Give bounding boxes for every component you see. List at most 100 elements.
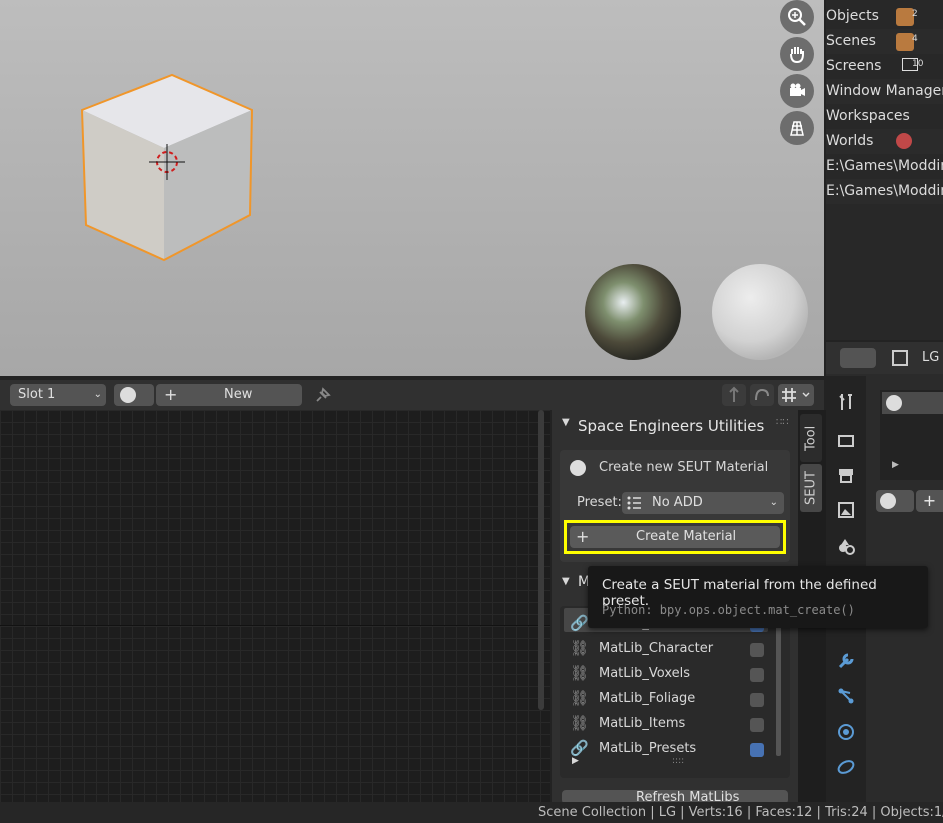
- scene-icon[interactable]: [836, 536, 856, 556]
- outliner-row[interactable]: Screens 10: [826, 54, 943, 79]
- tab-seut[interactable]: SEUT: [800, 464, 822, 512]
- material-sphere-icon: [886, 395, 902, 411]
- slot-dropdown[interactable]: Slot 1 ⌄: [10, 384, 106, 406]
- outliner-row-label: E:\Games\Modding: [826, 183, 943, 199]
- snap-icon[interactable]: [750, 384, 774, 406]
- tab-label: Tool: [803, 425, 819, 451]
- collapse-arrow-icon: ▼: [562, 417, 570, 428]
- outliner-row[interactable]: E:\Games\Modding: [826, 154, 943, 179]
- matlib-name: MatLib_Foliage: [599, 691, 696, 706]
- preset-dropdown[interactable]: No ADD ⌄: [622, 492, 784, 514]
- list-item[interactable]: ⛓ MatLib_Voxels: [568, 662, 778, 687]
- scene-label: LG: [922, 350, 940, 365]
- render-icon[interactable]: [836, 430, 856, 450]
- physics-icon[interactable]: [836, 722, 856, 742]
- link-icon: 🔗: [570, 739, 589, 757]
- tool-icon[interactable]: [836, 392, 856, 412]
- material-browse-dropdown[interactable]: [114, 384, 154, 406]
- chevron-down-icon: ⌄: [93, 389, 102, 400]
- outliner-row[interactable]: Worlds: [826, 129, 943, 154]
- material-slot-list[interactable]: ▶: [880, 390, 943, 480]
- outliner-row[interactable]: Scenes 4: [826, 29, 943, 54]
- material-browse-dropdown[interactable]: [876, 490, 914, 512]
- view-layer-icon[interactable]: [836, 500, 856, 520]
- world-icon: [896, 133, 912, 149]
- material-slot-row[interactable]: [882, 392, 943, 414]
- fullscreen-icon[interactable]: [892, 350, 908, 366]
- matlib-checkbox[interactable]: [750, 693, 764, 707]
- editor-type-dropdown[interactable]: [840, 348, 876, 368]
- collapse-arrow-icon: ▼: [562, 576, 570, 587]
- zoom-icon[interactable]: [780, 0, 814, 34]
- constraints-icon[interactable]: [836, 757, 856, 777]
- matte-sphere: [712, 264, 808, 360]
- output-icon[interactable]: [836, 465, 856, 485]
- pan-hand-icon[interactable]: [780, 37, 814, 71]
- scrollbar[interactable]: [538, 410, 544, 710]
- outliner-row-label: Window Managers: [826, 83, 943, 99]
- broken-link-icon: ⛓: [570, 689, 590, 707]
- outliner-row[interactable]: Workspaces: [826, 104, 943, 129]
- new-material-button[interactable]: + New: [156, 384, 302, 406]
- matlib-name: MatLib_Presets: [599, 741, 697, 756]
- camera-icon[interactable]: [780, 74, 814, 108]
- node-editor-canvas[interactable]: [0, 410, 550, 802]
- pin-icon[interactable]: [312, 386, 332, 406]
- link-icon: 🔗: [570, 614, 589, 632]
- tooltip: Create a SEUT material from the defined …: [588, 566, 928, 628]
- status-bar: Scene Collection | LG | Verts:16 | Faces…: [0, 802, 943, 823]
- matlib-name: MatLib_Voxels: [599, 666, 690, 681]
- viewport-scene: [80, 73, 808, 360]
- chrome-sphere: [585, 264, 681, 360]
- expand-arrow-icon[interactable]: ▶: [892, 460, 899, 470]
- preset-value: No ADD: [652, 495, 703, 510]
- plus-icon: +: [576, 527, 590, 546]
- chevron-down-icon: ⌄: [769, 497, 778, 508]
- particles-icon[interactable]: [836, 686, 856, 706]
- drag-handle-icon[interactable]: ∷∷: [776, 417, 789, 428]
- outliner-row-label: Scenes: [826, 33, 876, 49]
- grid-view-icon[interactable]: [780, 111, 814, 145]
- matlib-name: MatLib_Character: [599, 641, 714, 656]
- 3d-viewport[interactable]: [0, 0, 824, 376]
- count-badge: 4: [912, 34, 918, 44]
- outliner-row-label: Worlds: [826, 133, 874, 149]
- panel-header-seut[interactable]: ▼ Space Engineers Utilities ∷∷: [552, 410, 798, 440]
- material-sphere-icon: [880, 493, 896, 509]
- list-item[interactable]: ⛓ MatLib_Character: [568, 637, 778, 662]
- matlib-checkbox[interactable]: [750, 668, 764, 682]
- node-editor-header: Slot 1 ⌄ + New: [0, 380, 824, 410]
- panel-title: Space Engineers Utilities: [578, 417, 765, 435]
- outliner-row-label: E:\Games\Modding: [826, 158, 943, 174]
- new-label: New: [224, 387, 253, 402]
- list-item[interactable]: ⛓ MatLib_Items: [568, 712, 778, 737]
- tab-tool[interactable]: Tool: [800, 414, 822, 462]
- matlib-checkbox[interactable]: [750, 743, 764, 757]
- properties-header: LG: [826, 342, 943, 374]
- create-material-button[interactable]: + Create Material: [570, 526, 780, 548]
- outliner-row[interactable]: E:\Games\Modding: [826, 179, 943, 204]
- snap-grid-dropdown[interactable]: [778, 384, 814, 406]
- count-badge: 10: [912, 59, 924, 69]
- matlib-checkbox[interactable]: [750, 643, 764, 657]
- plus-icon: +: [164, 385, 178, 404]
- material-sphere-icon: [120, 387, 136, 403]
- material-sphere-icon: [570, 460, 586, 476]
- matlib-name: MatLib_Items: [599, 716, 686, 731]
- outliner-panel[interactable]: Objects 2 Scenes 4 Screens 10 Window Man…: [826, 0, 943, 340]
- matlib-rows: 🔗 MatLib_Materials ⛓ MatLib_Character ⛓ …: [568, 612, 778, 772]
- outliner-row[interactable]: Objects 2: [826, 4, 943, 29]
- create-material-label: Create Material: [636, 529, 737, 544]
- create-new-label: Create new SEUT Material: [599, 460, 769, 475]
- list-item[interactable]: 🔗 MatLib_Presets: [568, 737, 778, 762]
- preset-label: Preset:: [577, 495, 622, 510]
- modifier-wrench-icon[interactable]: [836, 651, 856, 671]
- outliner-row-label: Workspaces: [826, 108, 910, 124]
- list-item[interactable]: ⛓ MatLib_Foliage: [568, 687, 778, 712]
- seut-material-box: Create new SEUT Material Preset: No ADD …: [560, 450, 790, 562]
- parent-node-tree-icon[interactable]: [722, 384, 746, 406]
- outliner-row[interactable]: Window Managers: [826, 79, 943, 104]
- matlib-checkbox[interactable]: [750, 718, 764, 732]
- add-material-button[interactable]: +: [916, 490, 943, 512]
- axis-line: [0, 625, 550, 626]
